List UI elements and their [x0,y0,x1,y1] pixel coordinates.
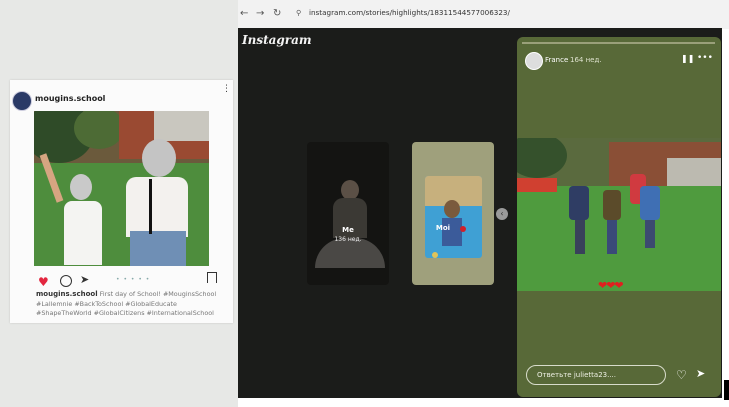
story-reply-input[interactable] [526,365,666,385]
post-image [34,111,209,266]
caption-username: mougins.school [36,290,98,298]
text-cursor [724,380,729,400]
comment-icon [60,275,72,287]
previous-story-arrow-icon[interactable]: ‹ [496,208,508,220]
instagram-logo[interactable]: Instagram [242,33,312,47]
back-arrow-icon[interactable]: ← [240,8,248,19]
more-options-icon[interactable]: ••• [697,53,713,63]
send-icon[interactable]: ➤ [696,367,705,380]
more-options-icon: ⋮ [222,84,231,94]
site-info-icon[interactable]: ⚲ [296,9,301,17]
highlight-title: Me [342,226,354,234]
reload-icon[interactable]: ↻ [273,8,281,19]
carousel-dots: • • • • • [116,276,151,283]
story-avatar[interactable] [525,52,543,70]
pause-icon[interactable]: ❚❚ [681,54,694,63]
highlight-card-me[interactable]: Me 136 нед. [307,142,389,285]
highlight-card-moi[interactable]: Moi [412,142,494,285]
address-bar[interactable]: instagram.com/stories/highlights/1831154… [309,8,510,17]
story-timestamp: 164 нед. [570,56,602,64]
story-progress-bar [522,42,715,44]
heart-icon[interactable]: ♡ [676,368,687,382]
like-heart-icon: ♥ [38,275,49,289]
story-username[interactable]: France [545,56,568,64]
story-hearts-sticker: ❤❤❤ [598,279,624,292]
school-logo-avatar [12,91,32,111]
highlight-age: 136 нед. [334,236,362,243]
bookmark-icon [207,272,217,283]
post-caption: mougins.school First day of School! #Mou… [36,290,232,319]
forward-arrow-icon[interactable]: → [256,8,264,19]
post-username: mougins.school [35,94,106,103]
highlight-title: Moi [435,224,451,232]
story-image [517,138,721,291]
send-icon: ➤ [80,273,90,286]
